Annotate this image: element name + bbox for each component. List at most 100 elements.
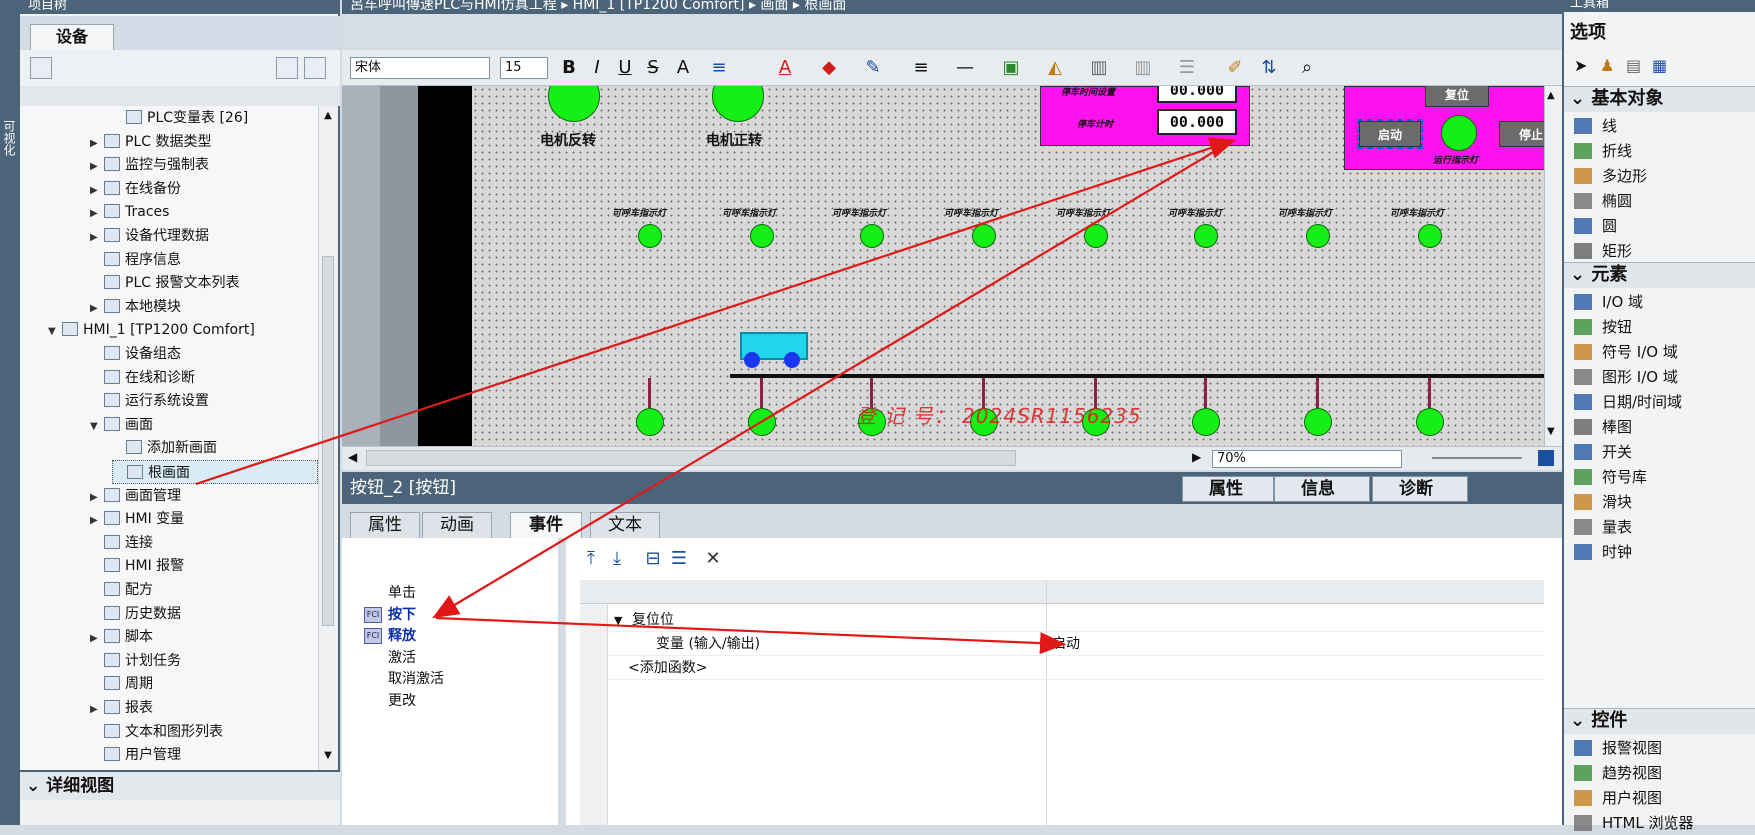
stop-time-panel[interactable]: 停车时间设置 00.000 停车计时 00.000 xyxy=(1040,86,1250,146)
tree-item[interactable]: 历史数据 xyxy=(90,602,181,626)
tree-item[interactable]: 程序信息 xyxy=(90,248,181,272)
toolbox-item[interactable]: 量表 xyxy=(1564,515,1755,539)
toolbox-options[interactable]: 选项 xyxy=(1564,18,1755,48)
chevron-right-icon[interactable]: ▶ xyxy=(90,226,104,250)
tree-item[interactable]: 添加新画面 xyxy=(112,436,217,460)
call-lamp-7[interactable] xyxy=(1306,224,1330,248)
collapse-icon[interactable]: ⊟ xyxy=(642,548,664,570)
align-icon[interactable]: ≡ xyxy=(706,56,732,80)
toolbox-section-basic[interactable]: ⌄ 基本对象 xyxy=(1564,86,1755,112)
function-value[interactable]: 启动 xyxy=(1052,632,1080,656)
toolbox-section-elements[interactable]: ⌄ 元素 xyxy=(1564,262,1755,288)
event-item[interactable]: 按下 xyxy=(388,604,416,626)
screen-canvas[interactable]: 电机反转 电机正转 停车时间设置 00.000 停车计时 00.000 复位 启… xyxy=(342,86,1544,446)
distribute-icon[interactable]: ▥ xyxy=(1130,56,1156,80)
move-down-icon[interactable]: ⤓ xyxy=(606,548,628,570)
tree-item[interactable]: ▶ Traces xyxy=(90,200,169,224)
line-width-icon[interactable]: — xyxy=(952,56,978,80)
tree-item[interactable]: ▼ HMI_1 [TP1200 Comfort] xyxy=(48,318,255,342)
font-size-select[interactable]: 15 xyxy=(500,57,548,79)
toolbox-item[interactable]: 滑块 xyxy=(1564,490,1755,514)
rotate-icon[interactable]: ◭ xyxy=(1042,56,1068,80)
call-lamp-4[interactable] xyxy=(972,224,996,248)
toolbox-item[interactable]: 按钮 xyxy=(1564,315,1755,339)
toolbox-item[interactable]: 报警视图 xyxy=(1564,736,1755,760)
chevron-down-icon[interactable]: ▼ xyxy=(90,415,104,439)
tree-item[interactable]: ▶ HMI 变量 xyxy=(90,507,184,531)
call-lamp-6[interactable] xyxy=(1194,224,1218,248)
move-up-icon[interactable]: ⤒ xyxy=(580,548,602,570)
scroll-up-icon[interactable]: ▲ xyxy=(321,110,335,124)
toolbox-item[interactable]: I/O 域 xyxy=(1564,290,1755,314)
tab-events[interactable]: 事件 xyxy=(510,512,582,538)
scroll-thumb[interactable] xyxy=(322,256,334,626)
fill-color-icon[interactable]: ◆ xyxy=(816,56,842,80)
stop-time-io-field[interactable]: 00.000 xyxy=(1157,86,1237,103)
tree-item[interactable]: ▶ 脚本 xyxy=(90,625,153,649)
chevron-right-icon[interactable]: ▶ xyxy=(90,132,104,156)
line-color-icon[interactable]: ✎ xyxy=(860,56,886,80)
toolbox-item[interactable]: 符号 I/O 域 xyxy=(1564,340,1755,364)
event-item[interactable]: 单击 xyxy=(388,582,416,604)
call-lamp-8[interactable] xyxy=(1418,224,1442,248)
underline-button[interactable]: U xyxy=(616,56,634,80)
stop-button[interactable]: 停止 xyxy=(1499,121,1544,147)
chevron-down-icon[interactable]: ▼ xyxy=(48,320,62,344)
font-select[interactable]: 宋体 xyxy=(350,57,490,79)
toolbox-item[interactable]: 开关 xyxy=(1564,440,1755,464)
tree-item[interactable]: ▼ 画面 xyxy=(90,413,153,437)
chevron-right-icon[interactable]: ▶ xyxy=(90,698,104,722)
chevron-right-icon[interactable]: ▶ xyxy=(90,297,104,321)
tree-item[interactable]: ▶ 本地模块 xyxy=(90,295,181,319)
scroll-up-icon[interactable]: ▲ xyxy=(1547,90,1555,101)
tree-item[interactable]: PLC 报警文本列表 xyxy=(90,271,239,295)
running-lamp[interactable] xyxy=(1441,115,1477,151)
rail-track[interactable] xyxy=(730,374,1544,378)
layer-icon[interactable]: ⇅ xyxy=(1256,56,1282,80)
call-lamp-5[interactable] xyxy=(1084,224,1108,248)
chevron-right-icon[interactable]: ▶ xyxy=(90,486,104,510)
motor-forward-lamp[interactable] xyxy=(712,86,764,122)
toolbox-item[interactable]: 用户视图 xyxy=(1564,786,1755,810)
function-row[interactable]: 变量 (输入/输出) 启动 xyxy=(608,632,1544,656)
bold-button[interactable]: B xyxy=(560,56,578,80)
tree-item[interactable]: HMI 报警 xyxy=(90,554,184,578)
zoom-select[interactable]: 70% xyxy=(1212,450,1402,468)
scroll-left-icon[interactable]: ◀ xyxy=(348,450,357,464)
tab-animation[interactable]: 动画 xyxy=(422,512,492,538)
event-item[interactable]: 取消激活 xyxy=(388,668,444,690)
motor-forward-label[interactable]: 电机正转 xyxy=(706,130,762,150)
tree-item[interactable]: ▶ PLC 数据类型 xyxy=(90,130,211,154)
stop-timer-io-field[interactable]: 00.000 xyxy=(1157,109,1237,135)
tree-item[interactable]: ▶ 在线备份 xyxy=(90,177,181,201)
tab-properties[interactable]: 属性 xyxy=(350,512,420,538)
control-panel[interactable]: 复位 启动 停止 运行指示灯 xyxy=(1344,86,1544,170)
call-lamp-3[interactable] xyxy=(860,224,884,248)
arrange-icon[interactable]: ▣ xyxy=(998,56,1024,80)
tree-item[interactable]: PLC变量表 [26] xyxy=(112,106,248,130)
station-lamp-2[interactable] xyxy=(748,408,776,436)
delete-icon[interactable]: ✕ xyxy=(702,548,724,570)
toolbox-item[interactable]: 折线 xyxy=(1564,139,1755,163)
font-case-button[interactable]: A xyxy=(672,56,694,80)
tree-item[interactable]: 连接 xyxy=(90,531,153,555)
save-tree-icon[interactable] xyxy=(304,57,326,79)
tree-item[interactable]: ▶ 设备代理数据 xyxy=(90,224,209,248)
tree-item[interactable]: 周期 xyxy=(90,672,153,696)
line-style-icon[interactable]: ≡ xyxy=(908,56,934,80)
chevron-right-icon[interactable]: ▶ xyxy=(90,627,104,651)
list-icon[interactable]: ☰ xyxy=(668,548,690,570)
toolbox-item[interactable]: 多边形 xyxy=(1564,164,1755,188)
scroll-thumb[interactable] xyxy=(366,450,1016,466)
tree-item[interactable]: ▶ 报表 xyxy=(90,696,153,720)
tree-item[interactable]: 运行系统设置 xyxy=(90,389,209,413)
toolbox-item[interactable]: HTML 浏览器 xyxy=(1564,811,1755,835)
tab-text[interactable]: 文本 xyxy=(590,512,660,538)
left-strip-label[interactable]: 可视化 xyxy=(2,120,18,156)
start-button[interactable]: 启动 xyxy=(1357,119,1423,149)
toolbox-item[interactable]: 棒图 xyxy=(1564,415,1755,439)
station-lamp-7[interactable] xyxy=(1304,408,1332,436)
tree-item[interactable]: 文本和图形列表 xyxy=(90,720,223,744)
pointer-icon[interactable]: ➤ xyxy=(1574,56,1587,75)
tree-item[interactable]: ▶ 画面管理 xyxy=(90,484,181,508)
